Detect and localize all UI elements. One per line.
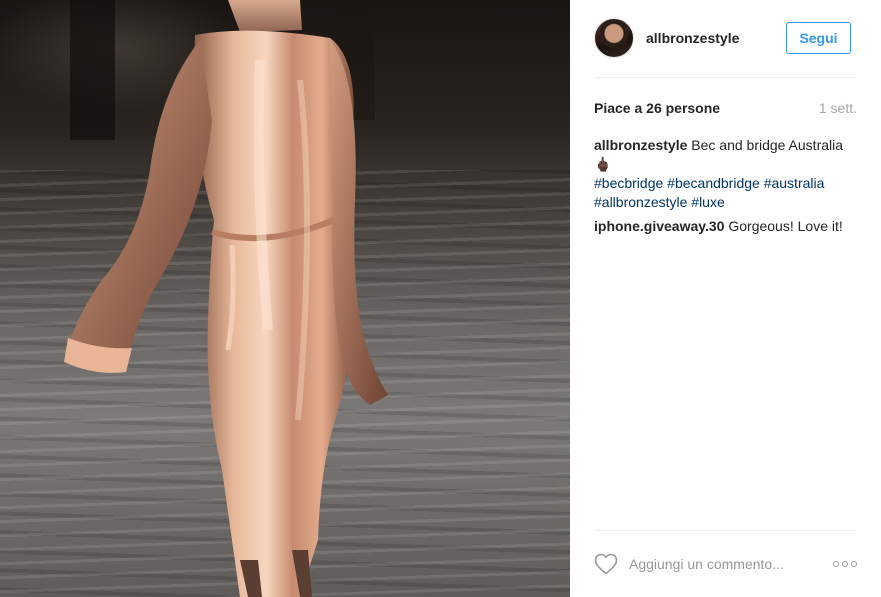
post-age[interactable]: 1 sett. (819, 100, 857, 116)
likes-row: Piace a 26 persone 1 sett. (594, 98, 857, 118)
dot (842, 561, 848, 567)
post-photo[interactable] (0, 0, 570, 597)
hashtag-link[interactable]: #luxe (691, 194, 724, 210)
post-modal: allbronzestyle Segui Piace a 26 persone … (0, 0, 881, 597)
likes-count[interactable]: Piace a 26 persone (594, 100, 720, 116)
dot (833, 561, 839, 567)
comment-text: Gorgeous! Love it! (728, 218, 843, 234)
caption-comment: allbronzestyle Bec and bridge Australia … (594, 136, 857, 212)
hashtag-link[interactable]: #becandbridge (667, 175, 760, 191)
header-username-link[interactable]: allbronzestyle (646, 30, 739, 46)
comments-list: allbronzestyle Bec and bridge Australia … (594, 136, 857, 241)
dot (851, 561, 857, 567)
header-divider (594, 77, 857, 78)
hashtag-link[interactable]: #becbridge (594, 175, 663, 191)
list-item: iphone.giveaway.30 Gorgeous! Love it! (594, 217, 857, 236)
follow-button[interactable]: Segui (786, 22, 851, 54)
hashtag-link[interactable]: #allbronzestyle (594, 194, 687, 210)
hashtag-link[interactable]: #australia (764, 175, 825, 191)
actions-divider (594, 530, 857, 531)
heart-outline-icon[interactable] (594, 553, 618, 575)
more-options-icon[interactable] (827, 555, 857, 573)
post-header: allbronzestyle Segui (594, 16, 851, 60)
comment-username-link[interactable]: iphone.giveaway.30 (594, 218, 724, 234)
caption-username-link[interactable]: allbronzestyle (594, 137, 687, 153)
model-in-satin-dress (64, 0, 388, 597)
comment-composer (594, 548, 857, 580)
add-comment-input[interactable] (629, 556, 827, 572)
avatar[interactable] (594, 18, 634, 58)
post-details-panel: allbronzestyle Segui Piace a 26 persone … (570, 0, 881, 597)
